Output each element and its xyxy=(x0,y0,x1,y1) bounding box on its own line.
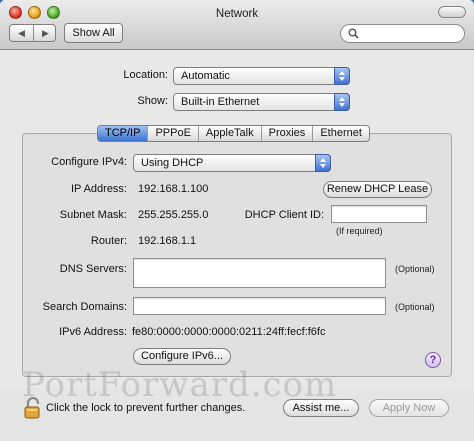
dns-servers-label: DNS Servers: xyxy=(59,263,127,275)
popup-arrows-icon xyxy=(334,93,350,111)
assist-me-button[interactable]: Assist me... xyxy=(283,399,359,417)
title-bar: Network ◀ ▶ Show All xyxy=(0,0,474,50)
lock-status-text: Click the lock to prevent further change… xyxy=(46,402,246,414)
subnet-mask-value: 255.255.255.0 xyxy=(138,209,209,221)
search-domains-field[interactable] xyxy=(133,297,386,315)
configure-ipv4-popup[interactable]: Using DHCP xyxy=(133,154,331,172)
search-icon xyxy=(348,28,359,39)
tab-tcpip[interactable]: TCP/IP xyxy=(98,126,149,141)
show-label: Show: xyxy=(137,95,168,107)
window-title: Network xyxy=(215,8,259,20)
search-domains-label: Search Domains: xyxy=(42,301,127,313)
location-popup[interactable]: Automatic xyxy=(173,67,350,85)
ip-address-label: IP Address: xyxy=(70,183,127,195)
network-preferences-window: Network ◀ ▶ Show All Location: Automatic… xyxy=(0,0,474,441)
ipv6-address-value: fe80:0000:0000:0000:0211:24ff:fecf:f6fc xyxy=(132,326,326,338)
dhcp-client-id-label: DHCP Client ID: xyxy=(244,209,324,221)
forward-arrow-icon[interactable]: ▶ xyxy=(34,25,57,41)
tab-pppoe[interactable]: PPPoE xyxy=(148,126,199,141)
popup-arrows-icon xyxy=(334,67,350,85)
tab-proxies[interactable]: Proxies xyxy=(262,126,314,141)
apply-now-button[interactable]: Apply Now xyxy=(369,399,449,417)
subnet-mask-label: Subnet Mask: xyxy=(59,209,127,221)
router-value: 192.168.1.1 xyxy=(138,235,197,247)
show-popup[interactable]: Built-in Ethernet xyxy=(173,93,350,111)
popup-arrows-icon xyxy=(315,154,331,172)
back-arrow-icon[interactable]: ◀ xyxy=(10,25,33,41)
dns-servers-hint: (Optional) xyxy=(395,264,435,274)
dhcp-client-id-hint: (If required) xyxy=(336,226,383,236)
location-value: Automatic xyxy=(181,70,230,82)
dhcp-client-id-field[interactable] xyxy=(331,205,427,223)
configure-ipv4-value: Using DHCP xyxy=(141,157,204,169)
renew-dhcp-lease-button[interactable]: Renew DHCP Lease xyxy=(323,181,432,198)
back-forward-buttons: ◀ ▶ xyxy=(9,24,56,42)
location-label: Location: xyxy=(123,69,168,81)
configure-ipv6-button[interactable]: Configure IPv6... xyxy=(133,348,231,365)
tab-ethernet[interactable]: Ethernet xyxy=(313,126,369,141)
search-input[interactable] xyxy=(340,24,465,43)
router-label: Router: xyxy=(90,235,127,247)
search-domains-hint: (Optional) xyxy=(395,302,435,312)
show-all-button[interactable]: Show All xyxy=(64,23,123,43)
ip-address-value: 192.168.1.100 xyxy=(138,183,209,195)
toolbar-toggle-button[interactable] xyxy=(438,6,466,18)
configure-ipv4-label: Configure IPv4: xyxy=(51,156,127,168)
ipv6-address-label: IPv6 Address: xyxy=(59,326,127,338)
dns-servers-field[interactable] xyxy=(133,258,386,288)
tab-appletalk[interactable]: AppleTalk xyxy=(199,126,262,141)
tab-bar: TCP/IP PPPoE AppleTalk Proxies Ethernet xyxy=(97,125,370,142)
lock-icon[interactable] xyxy=(24,397,42,419)
help-button[interactable]: ? xyxy=(425,352,441,368)
show-value: Built-in Ethernet xyxy=(181,96,260,108)
